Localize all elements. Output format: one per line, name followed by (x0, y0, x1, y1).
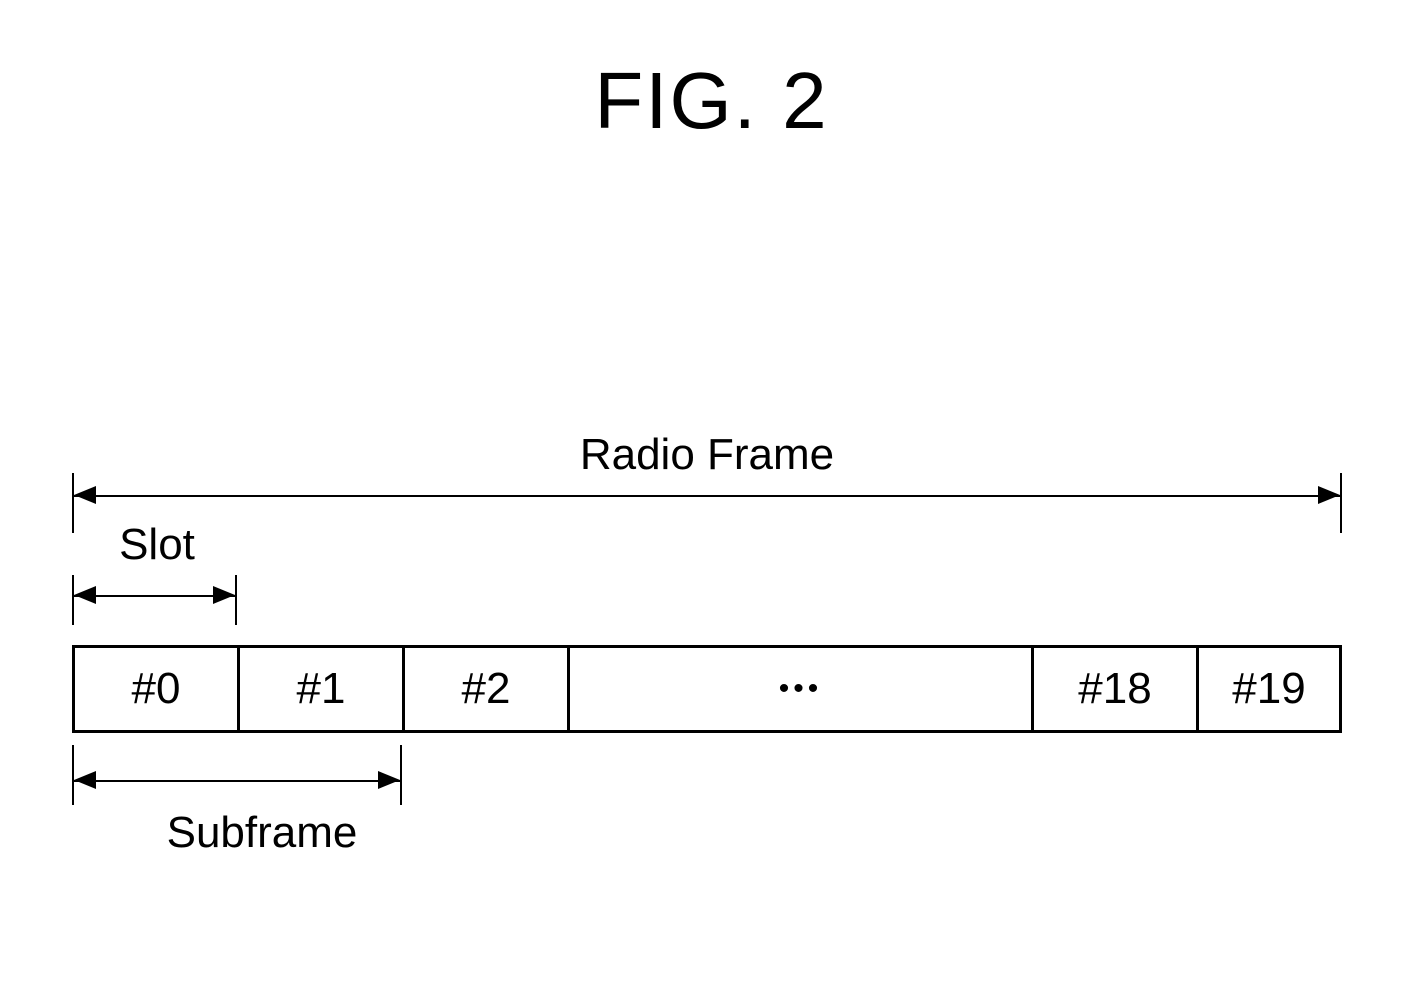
figure-caption: FIG. 2 (0, 55, 1423, 147)
page: FIG. 2 Radio Frame Slot #0 #1 #2 ••• #18… (0, 0, 1423, 999)
slot-label: Slot (82, 520, 232, 570)
slot-cell-18: #18 (1034, 648, 1199, 730)
slot-row: #0 #1 #2 ••• #18 #19 (72, 645, 1342, 733)
slot-cell-ellipsis: ••• (570, 648, 1034, 730)
slot-cell-2: #2 (405, 648, 570, 730)
subframe-label: Subframe (102, 808, 422, 858)
slot-cell-19: #19 (1199, 648, 1339, 730)
radio-frame-label: Radio Frame (72, 430, 1342, 480)
slot-cell-1: #1 (240, 648, 405, 730)
slot-cell-0: #0 (75, 648, 240, 730)
